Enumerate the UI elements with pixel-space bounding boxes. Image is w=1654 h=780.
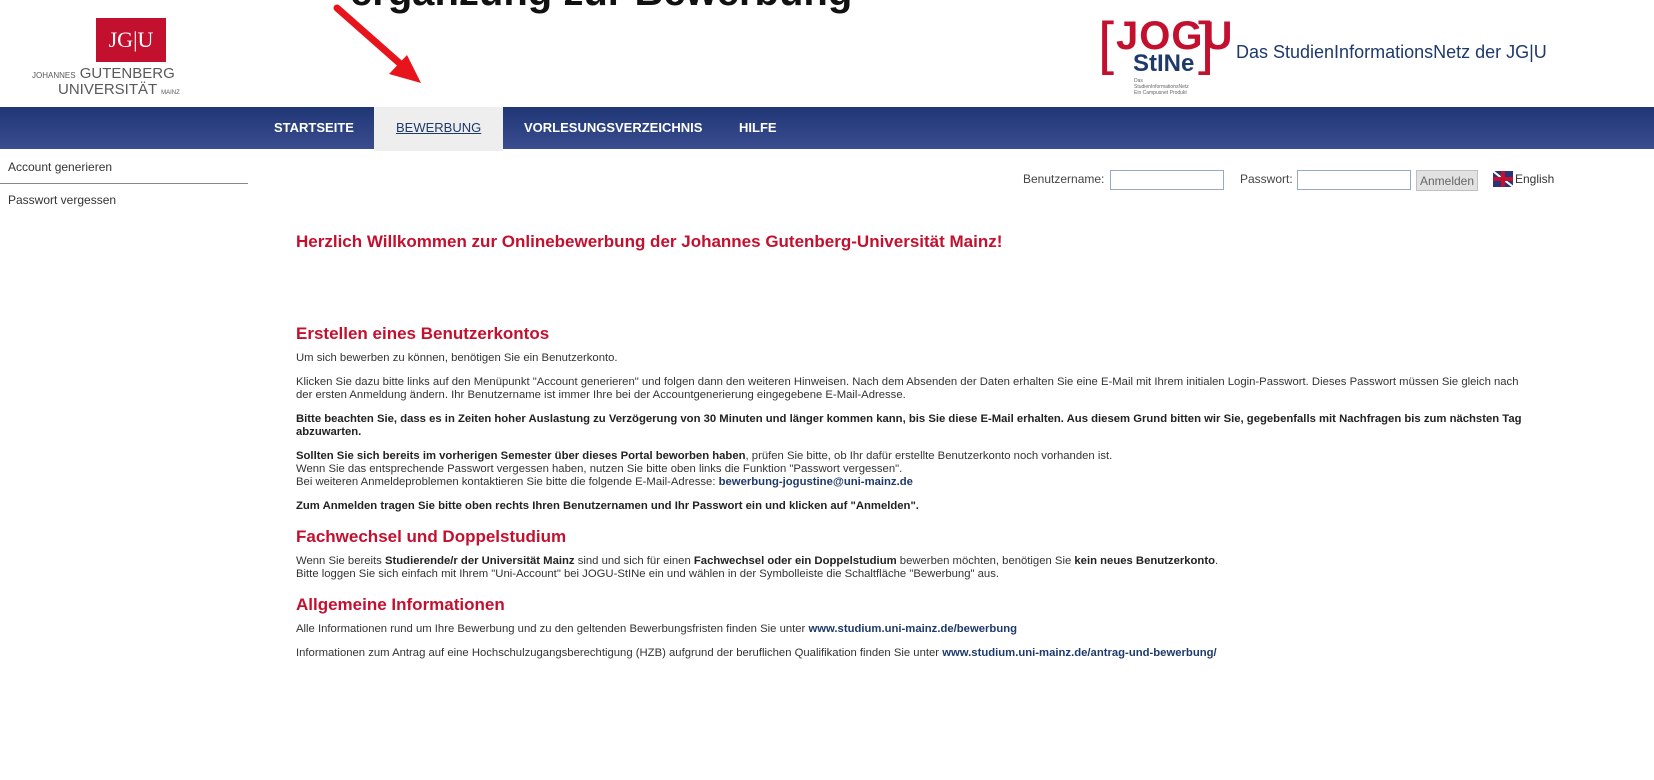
university-name-first: JOHANNES <box>32 71 76 80</box>
university-name-city: MAINZ <box>161 90 180 96</box>
fachwechsel-text-3: bewerben möchten, benötigen Sie <box>896 555 1075 567</box>
hzb-info-link[interactable]: www.studium.uni-mainz.de/antrag-und-bewe… <box>942 647 1216 659</box>
logo-stine-text: StINe <box>1133 50 1195 77</box>
paragraph-benutzerkonto-intro: Um sich bewerben zu können, benötigen Si… <box>296 352 618 364</box>
hzb-text: Informationen zum Antrag auf eine Hochsc… <box>296 647 943 659</box>
password-input[interactable] <box>1297 170 1411 190</box>
uk-flag-icon[interactable] <box>1493 171 1513 187</box>
username-input[interactable] <box>1110 170 1224 190</box>
logo-bracket-left: [ <box>1098 11 1115 76</box>
logo-tagline-line1: Das StudienInformationsNetz <box>1134 78 1189 90</box>
sidebar-item-passwort-vergessen[interactable]: Passwort vergessen <box>8 193 116 207</box>
flag-cross-vertical <box>1501 171 1505 187</box>
support-email-link[interactable]: bewerbung-jogustine@uni-mainz.de <box>719 476 913 488</box>
logo-bracket-right: ] <box>1198 11 1215 76</box>
password-label: Passwort: <box>1240 172 1293 186</box>
section-title-benutzerkonto: Erstellen eines Benutzerkontos <box>296 324 550 343</box>
university-name-second: UNIVERSITÄT <box>58 81 157 98</box>
university-logo[interactable]: JG|U JOHANNES GUTENBERG UNIVERSITÄT MAIN… <box>28 18 198 98</box>
bewerbung-info-link[interactable]: www.studium.uni-mainz.de/bewerbung <box>808 623 1017 635</box>
jgu-logo-box: JG|U <box>96 18 166 62</box>
vorheriges-semester-bold: Sollten Sie sich bereits im vorherigen S… <box>296 450 746 462</box>
passwort-vergessen-hint: Wenn Sie das entsprechende Passwort verg… <box>296 463 903 475</box>
main-navigation: STARTSEITE BEWERBUNG VORLESUNGSVERZEICHN… <box>0 107 1654 151</box>
fachwechsel-line2: Bitte loggen Sie sich einfach mit Ihrem … <box>296 568 999 580</box>
red-arrow-icon <box>333 4 421 83</box>
language-switch-link[interactable]: English <box>1515 172 1554 186</box>
university-name-main: GUTENBERG <box>79 65 175 82</box>
paragraph-account-generieren: Klicken Sie dazu bitte links auf den Men… <box>296 376 1519 401</box>
paragraph-wartezeit: Bitte beachten Sie, dass es in Zeiten ho… <box>296 413 1536 439</box>
fachwechsel-bold-1: Studierende/r der Universität Mainz <box>384 555 575 567</box>
logo-tagline: Das StudienInformationsNetz Ein Campusne… <box>1134 78 1194 96</box>
paragraph-vorheriges-semester: Sollten Sie sich bereits im vorherigen S… <box>296 450 1536 489</box>
login-button[interactable]: Anmelden <box>1416 170 1478 191</box>
welcome-heading: Herzlich Willkommen zur Onlinebewerbung … <box>296 232 1003 251</box>
fachwechsel-text-1: Wenn Sie bereits <box>296 555 385 567</box>
site-title: Das StudienInformationsNetz der JG|U <box>1236 42 1547 62</box>
paragraph-anmelden: Zum Anmelden tragen Sie bitte oben recht… <box>296 500 1536 513</box>
main-content: Herzlich Willkommen zur Onlinebewerbung … <box>296 232 1536 671</box>
university-name-line1: JOHANNES GUTENBERG <box>32 65 175 82</box>
sidebar-item-account-generieren[interactable]: Account generieren <box>8 160 112 174</box>
anmelden-bold: Zum Anmelden tragen Sie bitte oben recht… <box>296 500 919 512</box>
nav-startseite[interactable]: STARTSEITE <box>274 107 354 149</box>
fachwechsel-bold-3: kein neues Benutzerkonto <box>1074 555 1216 567</box>
section-title-allgemeine-informationen: Allgemeine Informationen <box>296 595 505 614</box>
university-name-line2: UNIVERSITÄT MAINZ <box>58 81 180 98</box>
vorheriges-semester-rest: , prüfen Sie bitte, ob Ihr dafür erstell… <box>745 450 1113 462</box>
jogu-stine-logo[interactable]: [ JOGU ] StINe Das StudienInformationsNe… <box>1098 8 1232 96</box>
paragraph-hzb: Informationen zum Antrag auf eine Hochsc… <box>296 647 1536 660</box>
fachwechsel-text-4: . <box>1215 555 1219 567</box>
wartezeit-bold: Bitte beachten Sie, dass es in Zeiten ho… <box>296 413 1522 438</box>
cropped-heading: ergänzung zur Bewerbung <box>0 0 1654 30</box>
fachwechsel-bold-2: Fachwechsel oder ein Doppelstudium <box>693 555 897 567</box>
fachwechsel-text-2: sind und sich für einen <box>574 555 694 567</box>
logo-tagline-line2: Ein Campusnet Produkt <box>1134 90 1187 96</box>
username-label: Benutzername: <box>1023 172 1105 186</box>
nav-bewerbung[interactable]: BEWERBUNG <box>374 107 504 151</box>
paragraph-fachwechsel: Wenn Sie bereits Studierende/r der Unive… <box>296 555 1536 581</box>
anmeldeprobleme-hint: Bei weiteren Anmeldeproblemen kontaktier… <box>296 476 719 488</box>
nav-hilfe[interactable]: HILFE <box>739 107 777 149</box>
sidebar-divider <box>0 183 248 184</box>
bewerbungsfristen-text: Alle Informationen rund um Ihre Bewerbun… <box>296 623 809 635</box>
nav-vorlesungsverzeichnis[interactable]: VORLESUNGSVERZEICHNIS <box>524 107 702 149</box>
section-title-fachwechsel: Fachwechsel und Doppelstudium <box>296 527 567 546</box>
paragraph-bewerbungsfristen: Alle Informationen rund um Ihre Bewerbun… <box>296 623 1536 636</box>
